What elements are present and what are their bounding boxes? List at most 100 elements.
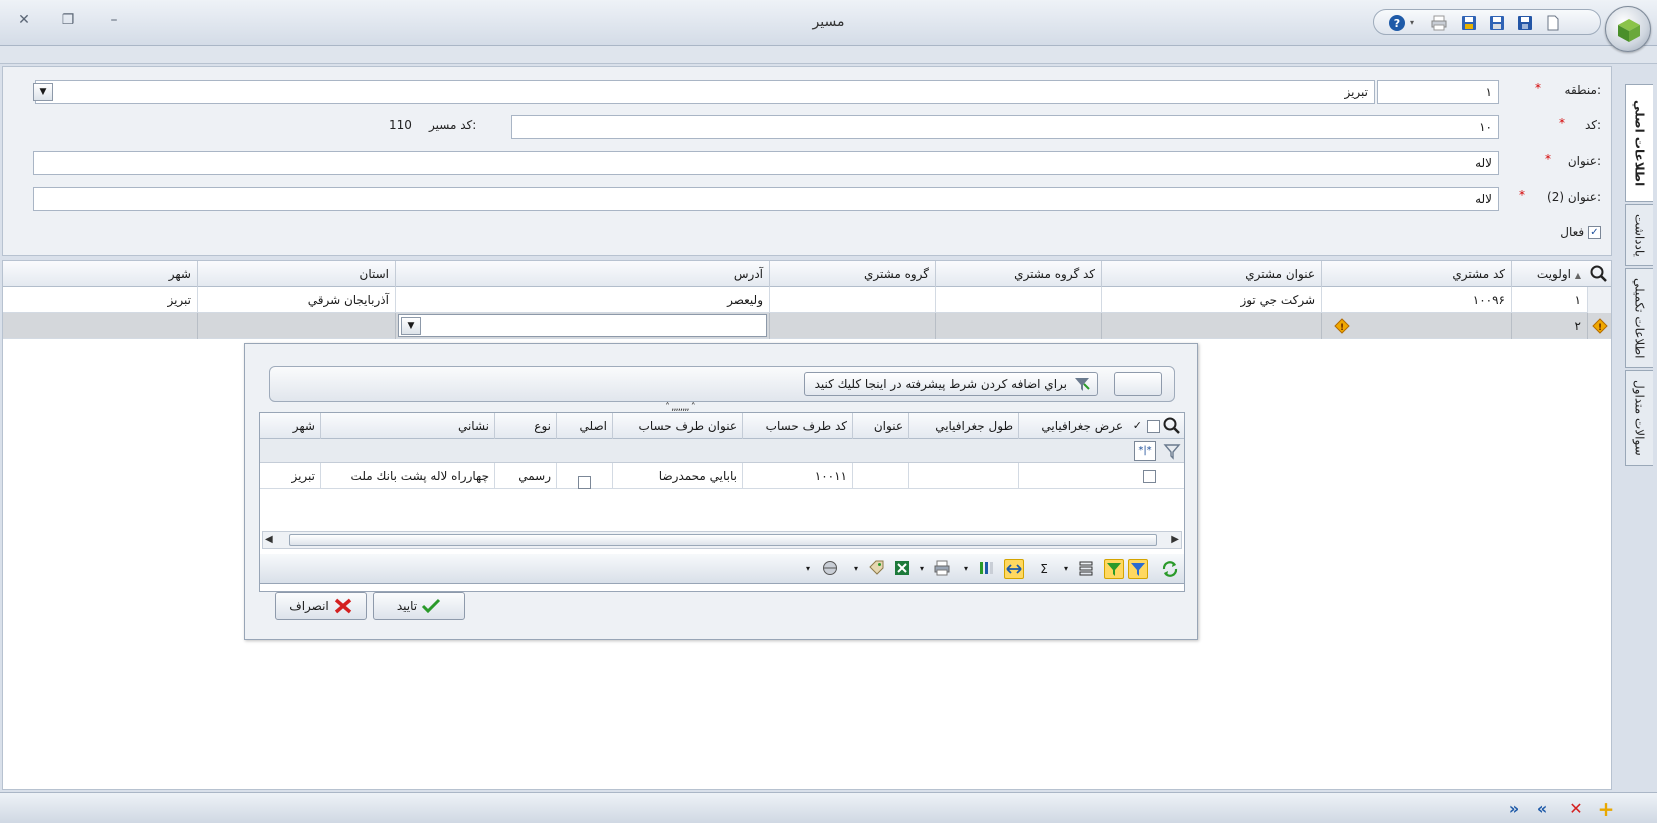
cell-customer-title[interactable]: [1101, 313, 1321, 339]
save-close-button[interactable]: [1488, 14, 1506, 32]
cell-group-code[interactable]: [935, 313, 1101, 339]
cell-type[interactable]: رسمي: [494, 463, 556, 489]
tab-notes[interactable]: يادداشت: [1625, 204, 1653, 266]
add-row-button[interactable]: +: [1595, 798, 1617, 820]
cell-priority[interactable]: ١: [1511, 287, 1587, 313]
select-all-checkbox[interactable]: [1147, 419, 1160, 433]
export-excel-button[interactable]: [892, 559, 912, 579]
col-latitude[interactable]: عرض جغرافيايي: [1018, 413, 1128, 439]
move-up-button[interactable]: «: [1531, 798, 1553, 820]
row-indicator[interactable]: !: [1587, 313, 1611, 339]
cell-group[interactable]: [769, 313, 935, 339]
cell-title[interactable]: [852, 463, 908, 489]
region-code-input[interactable]: ١: [1377, 80, 1499, 104]
print-grid-button[interactable]: [932, 559, 952, 579]
col-primary[interactable]: اصلي: [556, 413, 612, 439]
col-group[interactable]: گروه مشتري: [769, 261, 935, 287]
cell-address[interactable]: وليعصر: [395, 287, 769, 313]
group-button[interactable]: [1076, 559, 1096, 579]
print-dropdown-icon[interactable]: ▾: [912, 559, 932, 579]
col-address[interactable]: آدرس: [395, 261, 769, 287]
col-address[interactable]: نشاني: [320, 413, 494, 439]
group-dropdown-icon[interactable]: ▾: [1056, 559, 1076, 579]
cell-city[interactable]: تبريز: [1, 287, 197, 313]
col-group-code[interactable]: كد گروه مشتري: [935, 261, 1101, 287]
cell-customer-code[interactable]: ١٠٠٩۶: [1321, 287, 1511, 313]
advanced-filter-button[interactable]: براي اضافه كردن شرط پيشرفته در اينجا كلي…: [803, 372, 1098, 396]
col-type[interactable]: نوع: [494, 413, 556, 439]
cell-longitude[interactable]: [908, 463, 1018, 489]
cell-city[interactable]: [1, 313, 197, 339]
columns-dropdown-icon[interactable]: ▾: [956, 559, 976, 579]
cell-account-title[interactable]: بابايي محمدرضا: [612, 463, 742, 489]
filter-reset-button[interactable]: [1114, 372, 1162, 396]
col-customer-title[interactable]: عنوان مشتري: [1101, 261, 1321, 287]
horizontal-scrollbar[interactable]: ◀ ▶: [262, 531, 1182, 549]
scroll-right-icon[interactable]: ▶: [1171, 534, 1179, 545]
bookmark-button[interactable]: [866, 559, 886, 579]
cancel-button[interactable]: انصراف: [275, 592, 367, 620]
help-dropdown-icon[interactable]: ▾: [1410, 14, 1420, 32]
col-city[interactable]: شهر: [1, 261, 197, 287]
active-checkbox[interactable]: ✓: [1588, 226, 1601, 239]
table-row[interactable]: ١٠٠١١ بابايي محمدرضا رسمي چهارراه لاله پ…: [260, 463, 1184, 489]
cell-customer-code[interactable]: !: [1321, 313, 1511, 339]
auto-filter-button[interactable]: [1104, 559, 1124, 579]
cell-group[interactable]: [769, 287, 935, 313]
title2-input[interactable]: لاله: [33, 187, 1499, 211]
lookup-search-button[interactable]: [1162, 416, 1184, 436]
cell-address[interactable]: چهارراه لاله پشت بانك ملت: [320, 463, 494, 489]
cell-group-code[interactable]: [935, 287, 1101, 313]
col-province[interactable]: استان: [197, 261, 395, 287]
row-select-checkbox[interactable]: [1143, 469, 1156, 483]
active-checkbox-row[interactable]: ✓ فعال: [1560, 225, 1601, 239]
region-dropdown-button[interactable]: ▼: [33, 83, 53, 101]
save-button[interactable]: [1516, 14, 1534, 32]
sum-button[interactable]: Σ: [1034, 559, 1054, 579]
cell-priority[interactable]: ٢: [1511, 313, 1587, 339]
view-button[interactable]: [820, 559, 840, 579]
cell-address-editor[interactable]: ▼: [395, 313, 769, 339]
cell-primary[interactable]: [556, 463, 612, 489]
region-name-input[interactable]: تبريز: [35, 80, 1375, 104]
refresh-button[interactable]: [1160, 559, 1180, 579]
col-customer-code[interactable]: كد مشتري: [1321, 261, 1511, 287]
code-input[interactable]: ١٠: [511, 115, 1499, 139]
tab-faq[interactable]: سوالات متداول: [1625, 370, 1653, 466]
title-input[interactable]: لاله: [33, 151, 1499, 175]
cell-account-code[interactable]: ١٠٠١١: [742, 463, 852, 489]
table-row-selected[interactable]: ! ٢ ! ▼: [3, 313, 1611, 339]
grid-search-button[interactable]: [1589, 264, 1611, 284]
col-longitude[interactable]: طول جغرافيايي: [908, 413, 1018, 439]
filter-row-icon[interactable]: [1162, 441, 1182, 461]
app-menu-button[interactable]: [1605, 6, 1651, 52]
filter-button[interactable]: [1128, 559, 1148, 579]
col-account-code[interactable]: كد طرف حساب: [742, 413, 852, 439]
move-down-button[interactable]: »: [1503, 798, 1525, 820]
fit-columns-button[interactable]: [1004, 559, 1024, 579]
primary-checkbox[interactable]: [578, 476, 591, 489]
ok-button[interactable]: تاييد: [373, 592, 465, 620]
help-button[interactable]: ?: [1388, 14, 1406, 32]
delete-row-button[interactable]: ✕: [1565, 798, 1587, 820]
columns-button[interactable]: [976, 559, 996, 579]
new-button[interactable]: [1544, 14, 1562, 32]
address-lookup-input[interactable]: ▼: [398, 314, 767, 337]
col-city[interactable]: شهر: [258, 413, 320, 439]
cell-latitude[interactable]: [1018, 463, 1128, 489]
cell-province[interactable]: [197, 313, 395, 339]
scroll-left-icon[interactable]: ◀: [265, 534, 273, 545]
tab-extra-info[interactable]: اطلاعات تكميلي: [1625, 268, 1653, 368]
col-account-title[interactable]: عنوان طرف حساب: [612, 413, 742, 439]
col-priority[interactable]: اولويت ▲: [1511, 261, 1587, 287]
address-dropdown-button[interactable]: ▼: [401, 317, 421, 335]
row-indicator[interactable]: [1587, 287, 1611, 313]
view-dropdown-icon[interactable]: ▾: [798, 559, 818, 579]
cell-customer-title[interactable]: شركت جي توز: [1101, 287, 1321, 313]
bookmark-dropdown-icon[interactable]: ▾: [846, 559, 866, 579]
scroll-thumb[interactable]: [289, 534, 1157, 546]
print-button[interactable]: [1430, 14, 1448, 32]
cell-city[interactable]: تبريز: [258, 463, 320, 489]
tab-main-info[interactable]: اطلاعات اصلي: [1625, 84, 1653, 202]
cell-province[interactable]: آذربايجان شرقي: [197, 287, 395, 313]
